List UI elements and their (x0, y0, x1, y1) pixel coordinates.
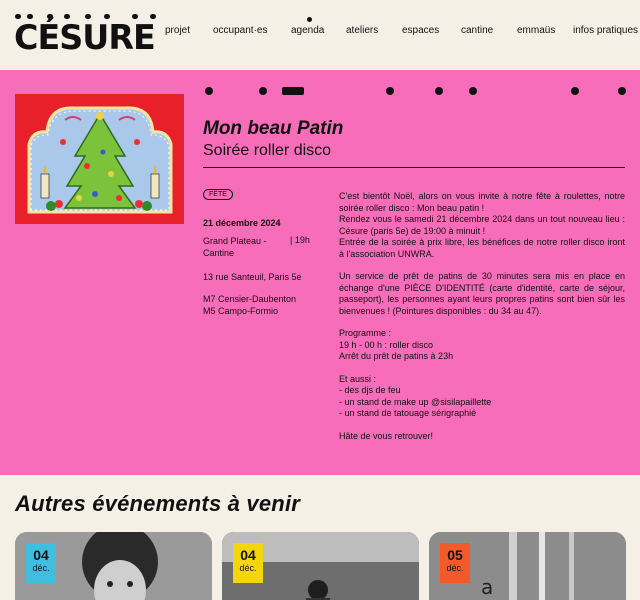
event-subtitle: Soirée roller disco (203, 142, 332, 159)
badge-month: déc. (446, 563, 464, 573)
event-date-badge: 04 déc. (233, 543, 263, 583)
description-line: Arrêt du prêt de patins à 23h (339, 351, 454, 361)
event-poster-image (15, 94, 184, 224)
metro-line-2: M5 Campo-Formio (203, 306, 279, 316)
description-paragraph: Hâte de vous retrouver! (339, 430, 434, 441)
description-line: Et aussi : (339, 373, 377, 384)
event-address: 13 rue Santeuil, Paris 5e (203, 272, 302, 282)
nav-item-ateliers[interactable]: ateliers (346, 25, 378, 36)
description-paragraph: Entrée de la soirée à prix libre, les bé… (339, 237, 625, 259)
event-time-value: 19h (294, 235, 310, 245)
nav-item-emmaus[interactable]: emmaüs (517, 25, 555, 36)
badge-day: 05 (447, 547, 463, 563)
event-date-badge: 04 déc. (26, 543, 56, 583)
description-line: - un stand de tatouage sérigraphié (339, 408, 477, 418)
event-description: C'est bientôt Noël, alors on vous invite… (339, 191, 625, 453)
description-paragraph: Rendez vous le samedi 21 décembre 2024 d… (339, 214, 625, 236)
event-date-badge: 05 déc. (440, 543, 470, 583)
event-date: 21 décembre 2024 (203, 218, 281, 228)
christmas-tree-illustration (15, 94, 184, 224)
nav-item-cantine[interactable]: cantine (461, 25, 493, 36)
description-paragraph: C'est bientôt Noël, alors on vous invite… (339, 191, 625, 213)
active-nav-indicator (307, 17, 312, 22)
site-header: CÉSURE projet occupant·es agenda atelier… (0, 0, 640, 70)
nav-item-espaces[interactable]: espaces (402, 25, 439, 36)
upcoming-event-card[interactable]: a 05 déc. (429, 532, 626, 600)
event-title: Mon beau Patin (203, 118, 344, 139)
event-location: Grand Plateau - Cantine (203, 236, 267, 258)
badge-month: déc. (239, 563, 257, 573)
description-paragraph: Un service de prêt de patins de 30 minut… (339, 271, 625, 316)
badge-day: 04 (33, 547, 49, 563)
description-line: Programme : (339, 328, 392, 338)
event-category-tag[interactable]: FÊTE (203, 189, 233, 200)
upcoming-section-title: Autres événements à venir (15, 491, 301, 516)
description-line: 19 h - 00 h : roller disco (339, 339, 434, 350)
badge-day: 04 (240, 547, 256, 563)
svg-text:a: a (481, 575, 493, 599)
event-detail: Mon beau Patin Soirée roller disco FÊTE … (0, 70, 640, 475)
badge-month: déc. (32, 563, 50, 573)
title-divider (203, 167, 625, 168)
nav-item-projet[interactable]: projet (165, 25, 190, 36)
nav-item-agenda[interactable]: agenda (291, 25, 324, 36)
upcoming-events-list: 04 déc. 04 déc. a 05 déc. (0, 532, 640, 600)
description-line: - un stand de make up @sisilapaillette (339, 396, 492, 407)
site-logo[interactable]: CÉSURE (14, 12, 156, 56)
description-line: - des djs de feu (339, 385, 401, 395)
metro-line-1: M7 Censier-Daubenton (203, 294, 297, 304)
event-metro-info: M7 Censier-Daubenton M5 Campo-Formio (203, 293, 296, 317)
event-time: | 19h (290, 235, 310, 245)
nav-item-infos-pratiques[interactable]: infos pratiques (573, 25, 638, 36)
nav-item-occupantes[interactable]: occupant·es (213, 25, 267, 36)
upcoming-event-card[interactable]: 04 déc. (15, 532, 212, 600)
upcoming-event-card[interactable]: 04 déc. (222, 532, 419, 600)
logo-wordmark: CÉSURE (14, 18, 156, 58)
